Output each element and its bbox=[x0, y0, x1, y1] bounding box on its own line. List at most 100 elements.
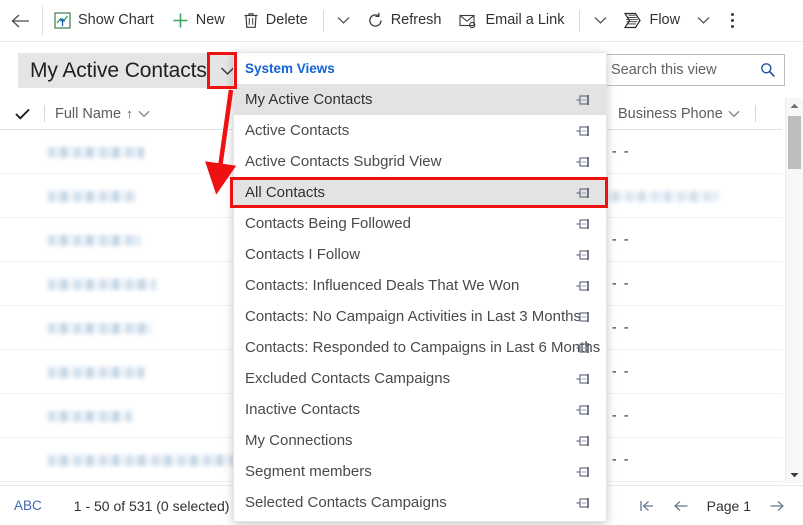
email-link-icon bbox=[459, 14, 476, 28]
chevron-down-icon bbox=[138, 110, 149, 117]
grid-vertical-scrollbar[interactable] bbox=[785, 98, 803, 483]
flyout-item-selected-contacts-campaigns[interactable]: Selected Contacts Campaigns bbox=[234, 487, 606, 518]
next-page-button[interactable] bbox=[769, 499, 785, 513]
chevron-down-icon bbox=[337, 17, 350, 24]
checkmark-icon bbox=[14, 108, 30, 120]
chevron-down-icon bbox=[790, 473, 799, 478]
flyout-item-all-contacts[interactable]: All Contacts bbox=[234, 177, 606, 208]
search-icon[interactable] bbox=[760, 62, 776, 78]
chevron-down-icon bbox=[728, 110, 740, 117]
scroll-up-button[interactable] bbox=[786, 98, 803, 114]
column-header-full-name[interactable]: Full Name ↑ bbox=[45, 98, 160, 130]
search-input[interactable] bbox=[611, 62, 760, 78]
pin-icon[interactable] bbox=[576, 156, 592, 168]
pin-icon[interactable] bbox=[576, 125, 592, 137]
flyout-item-contacts-responded-to-campaigns-in-last-6-months[interactable]: Contacts: Responded to Campaigns in Last… bbox=[234, 332, 606, 363]
flyout-item-active-contacts-subgrid-view[interactable]: Active Contacts Subgrid View bbox=[234, 146, 606, 177]
pin-icon[interactable] bbox=[576, 187, 592, 199]
cell-full-name bbox=[48, 262, 156, 306]
pin-icon[interactable] bbox=[576, 497, 592, 509]
first-page-button[interactable] bbox=[639, 499, 655, 513]
pin-icon[interactable] bbox=[576, 249, 592, 261]
page-number-label: Page 1 bbox=[706, 497, 751, 514]
redacted-value bbox=[48, 190, 136, 202]
email-a-link-label: Email a Link bbox=[485, 11, 565, 28]
new-button[interactable]: New bbox=[163, 0, 234, 42]
pin-icon[interactable] bbox=[576, 311, 592, 323]
email-a-link-button[interactable]: Email a Link bbox=[450, 0, 573, 42]
flyout-item-contacts-influenced-deals-that-we-won[interactable]: Contacts: Influenced Deals That We Won bbox=[234, 270, 606, 301]
pager: Page 1 bbox=[639, 498, 785, 514]
redacted-value bbox=[48, 146, 144, 158]
plus-icon bbox=[173, 13, 188, 28]
arrow-right-icon bbox=[770, 500, 784, 511]
pin-icon[interactable] bbox=[576, 342, 592, 354]
more-vertical-icon bbox=[730, 13, 734, 28]
column-menu-chevron-icon[interactable] bbox=[138, 110, 150, 118]
flyout-item-excluded-contacts-campaigns[interactable]: Excluded Contacts Campaigns bbox=[234, 363, 606, 394]
more-commands-button[interactable] bbox=[717, 0, 747, 42]
column-menu-chevron-icon[interactable] bbox=[728, 110, 740, 118]
flyout-item-contacts-i-follow[interactable]: Contacts I Follow bbox=[234, 239, 606, 270]
pin-icon[interactable] bbox=[576, 373, 592, 385]
pin-icon[interactable] bbox=[576, 404, 592, 416]
pin-icon[interactable] bbox=[576, 218, 592, 230]
flyout-item-label: My Active Contacts bbox=[245, 91, 373, 108]
flyout-item-contacts-being-followed[interactable]: Contacts Being Followed bbox=[234, 208, 606, 239]
search-box[interactable] bbox=[600, 54, 785, 86]
redacted-value bbox=[48, 278, 156, 290]
cell-full-name bbox=[48, 350, 144, 394]
refresh-button[interactable]: Refresh bbox=[358, 0, 451, 42]
redacted-value bbox=[48, 234, 140, 246]
column-label: Full Name bbox=[55, 105, 122, 122]
flyout-item-label: Selected Contacts Campaigns bbox=[245, 494, 447, 511]
pin-icon[interactable] bbox=[576, 466, 592, 478]
flyout-item-inactive-contacts[interactable]: Inactive Contacts bbox=[234, 394, 606, 425]
flyout-item-segment-members[interactable]: Segment members bbox=[234, 456, 606, 487]
cell-full-name bbox=[48, 306, 152, 350]
previous-page-button[interactable] bbox=[673, 499, 689, 513]
show-chart-label: Show Chart bbox=[78, 11, 154, 28]
cell-full-name bbox=[48, 394, 132, 438]
flyout-section-header: System Views bbox=[245, 61, 335, 76]
flyout-item-list: My Active Contacts Active Contacts Active … bbox=[234, 84, 606, 518]
flow-button[interactable]: Flow bbox=[614, 0, 689, 42]
alpha-index-button[interactable]: ABC bbox=[14, 498, 42, 513]
back-button[interactable] bbox=[0, 0, 40, 42]
flyout-item-my-active-contacts[interactable]: My Active Contacts bbox=[234, 84, 606, 115]
redacted-value bbox=[600, 190, 718, 202]
scrollbar-thumb[interactable] bbox=[788, 116, 801, 169]
pin-icon[interactable] bbox=[576, 280, 592, 292]
pin-icon[interactable] bbox=[576, 94, 592, 106]
flyout-item-label: Segment members bbox=[245, 463, 372, 480]
redacted-value bbox=[48, 366, 144, 378]
redacted-value bbox=[48, 322, 152, 334]
flyout-item-label: Contacts: Responded to Campaigns in Last… bbox=[245, 339, 601, 356]
app-root: Show Chart New Delete Refresh Email a Li… bbox=[0, 0, 803, 525]
select-all-checkbox[interactable] bbox=[0, 108, 44, 120]
pin-icon[interactable] bbox=[576, 435, 592, 447]
flow-chevron[interactable] bbox=[689, 0, 717, 42]
cell-full-name bbox=[48, 218, 140, 262]
column-header-business-phone[interactable]: Business Phone bbox=[600, 98, 766, 130]
flyout-item-my-connections[interactable]: My Connections bbox=[234, 425, 606, 456]
show-chart-button[interactable]: Show Chart bbox=[45, 0, 163, 42]
flyout-item-label: Excluded Contacts Campaigns bbox=[245, 370, 451, 387]
view-selector[interactable]: My Active Contacts bbox=[18, 53, 242, 88]
delete-overflow-chevron[interactable] bbox=[330, 0, 358, 42]
flyout-item-label: Active Contacts Subgrid View bbox=[245, 153, 442, 170]
flyout-item-active-contacts[interactable]: Active Contacts bbox=[234, 115, 606, 146]
delete-button[interactable]: Delete bbox=[234, 0, 317, 42]
flyout-item-label: Active Contacts bbox=[245, 122, 350, 139]
arrow-left-icon bbox=[673, 500, 688, 511]
view-selector-flyout[interactable]: System Views My Active Contacts Active Co… bbox=[233, 52, 607, 522]
delete-label: Delete bbox=[265, 11, 308, 28]
flyout-item-contacts-no-campaign-activities-in-last-3-months[interactable]: Contacts: No Campaign Activities in Last… bbox=[234, 301, 606, 332]
chevron-up-icon bbox=[790, 103, 799, 108]
email-overflow-chevron[interactable] bbox=[586, 0, 614, 42]
command-divider-2 bbox=[579, 9, 581, 32]
scroll-down-button[interactable] bbox=[786, 467, 803, 483]
flyout-item-label: Contacts: Influenced Deals That We Won bbox=[245, 277, 520, 294]
chart-icon bbox=[54, 12, 71, 29]
flyout-item-label: Contacts I Follow bbox=[245, 246, 361, 263]
